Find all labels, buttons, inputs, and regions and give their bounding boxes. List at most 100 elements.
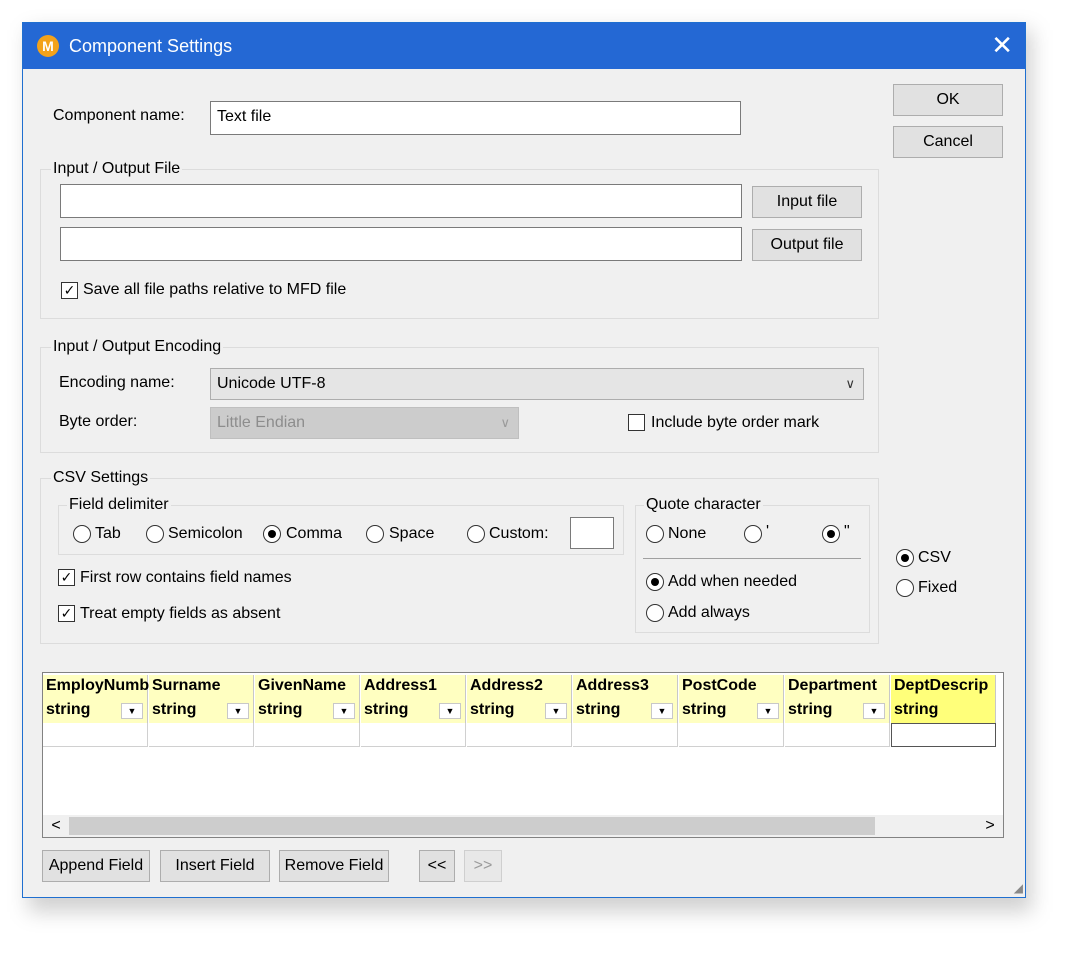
add-always-radio[interactable] xyxy=(646,604,664,622)
save-relative-checkbox[interactable]: ✓ xyxy=(61,282,78,299)
input-file-button[interactable]: Input file xyxy=(752,186,862,218)
delimiter-custom-label: Custom: xyxy=(489,525,549,542)
remove-field-button[interactable]: Remove Field xyxy=(279,850,389,882)
grid-cell-selected[interactable] xyxy=(891,723,996,747)
grid-cell[interactable] xyxy=(573,723,678,747)
type-dropdown-icon[interactable]: ▼ xyxy=(863,703,885,719)
horizontal-scrollbar[interactable]: < > xyxy=(43,815,1003,837)
type-dropdown-icon[interactable]: ▼ xyxy=(227,703,249,719)
quote-character-title: Quote character xyxy=(644,496,763,514)
encoding-group-title: Input / Output Encoding xyxy=(51,338,224,356)
resize-grip-icon[interactable]: ◢ xyxy=(1009,881,1023,895)
grid-cell[interactable] xyxy=(361,723,466,747)
fields-grid: EmployNumb string ▼ Surname string ▼ Giv… xyxy=(42,672,1004,838)
component-name-label: Component name: xyxy=(53,107,185,124)
custom-delimiter-input[interactable] xyxy=(570,517,614,549)
io-file-group-title: Input / Output File xyxy=(51,160,183,178)
component-settings-dialog: M Component Settings ✕ Component name: T… xyxy=(22,22,1026,898)
add-when-needed-label: Add when needed xyxy=(668,573,797,590)
scroll-right-arrow-icon[interactable]: > xyxy=(979,815,1001,837)
delimiter-semicolon-radio[interactable] xyxy=(146,525,164,543)
grid-column[interactable]: Surname string ▼ xyxy=(149,673,255,749)
add-when-needed-radio[interactable] xyxy=(646,573,664,591)
column-type: string xyxy=(364,701,409,718)
column-header: GivenName string ▼ xyxy=(255,675,360,723)
column-header: Address1 string ▼ xyxy=(361,675,466,723)
field-delimiter-title: Field delimiter xyxy=(67,496,171,514)
encoding-name-value: Unicode UTF-8 xyxy=(217,375,326,392)
column-type: string xyxy=(788,701,833,718)
grid-cell[interactable] xyxy=(43,723,148,747)
format-csv-radio[interactable] xyxy=(896,549,914,567)
column-type: string xyxy=(576,701,621,718)
column-name: Department xyxy=(788,677,877,694)
column-name: EmployNumb xyxy=(46,677,150,694)
format-fixed-radio[interactable] xyxy=(896,579,914,597)
empty-fields-absent-checkbox[interactable]: ✓ xyxy=(58,605,75,622)
first-row-field-names-label: First row contains field names xyxy=(80,569,292,586)
scroll-left-arrow-icon[interactable]: < xyxy=(45,815,67,837)
empty-fields-absent-label: Treat empty fields as absent xyxy=(80,605,281,622)
grid-cell[interactable] xyxy=(255,723,360,747)
column-type: string xyxy=(46,701,91,718)
next-button[interactable]: >> xyxy=(464,850,502,882)
column-header: Department string ▼ xyxy=(785,675,890,723)
previous-button[interactable]: << xyxy=(419,850,455,882)
type-dropdown-icon[interactable]: ▼ xyxy=(651,703,673,719)
type-dropdown-icon[interactable]: ▼ xyxy=(757,703,779,719)
type-dropdown-icon[interactable]: ▼ xyxy=(333,703,355,719)
output-file-button[interactable]: Output file xyxy=(752,229,862,261)
cancel-button[interactable]: Cancel xyxy=(893,126,1003,158)
column-name: Address3 xyxy=(576,677,649,694)
format-fixed-label: Fixed xyxy=(918,579,958,596)
byte-order-select[interactable]: Little Endian ∨ xyxy=(210,407,519,439)
delimiter-comma-radio[interactable] xyxy=(263,525,281,543)
grid-cell[interactable] xyxy=(149,723,254,747)
grid-cell[interactable] xyxy=(467,723,572,747)
type-dropdown-icon[interactable]: ▼ xyxy=(439,703,461,719)
quote-single-radio[interactable] xyxy=(744,525,762,543)
include-bom-checkbox[interactable] xyxy=(628,414,645,431)
delimiter-space-label: Space xyxy=(389,525,435,542)
column-type: string xyxy=(258,701,303,718)
grid-cell[interactable] xyxy=(785,723,890,747)
delimiter-space-radio[interactable] xyxy=(366,525,384,543)
grid-column[interactable]: Address2 string ▼ xyxy=(467,673,573,749)
column-type: string xyxy=(152,701,197,718)
delimiter-comma-label: Comma xyxy=(286,525,343,542)
insert-field-button[interactable]: Insert Field xyxy=(160,850,270,882)
component-name-input[interactable]: Text file xyxy=(210,101,741,135)
first-row-field-names-checkbox[interactable]: ✓ xyxy=(58,569,75,586)
column-type: string xyxy=(470,701,515,718)
grid-column[interactable]: PostCode string ▼ xyxy=(679,673,785,749)
grid-column[interactable]: Department string ▼ xyxy=(785,673,891,749)
grid-column[interactable]: DeptDescrip string xyxy=(891,673,997,749)
title-bar[interactable]: M Component Settings ✕ xyxy=(23,23,1025,69)
grid-column[interactable]: Address3 string ▼ xyxy=(573,673,679,749)
close-button[interactable]: ✕ xyxy=(991,31,1013,59)
delimiter-custom-radio[interactable] xyxy=(467,525,485,543)
input-file-path[interactable] xyxy=(60,184,742,218)
type-dropdown-icon[interactable]: ▼ xyxy=(121,703,143,719)
quote-double-label: " xyxy=(844,523,850,540)
encoding-name-select[interactable]: Unicode UTF-8 ∨ xyxy=(210,368,864,400)
column-header-selected: DeptDescrip string xyxy=(891,675,996,723)
grid-column[interactable]: Address1 string ▼ xyxy=(361,673,467,749)
grid-cell[interactable] xyxy=(679,723,784,747)
app-logo-icon: M xyxy=(37,35,59,57)
quote-none-radio[interactable] xyxy=(646,525,664,543)
append-field-button[interactable]: Append Field xyxy=(42,850,150,882)
grid-column[interactable]: GivenName string ▼ xyxy=(255,673,361,749)
scrollbar-thumb[interactable] xyxy=(69,817,875,835)
ok-button[interactable]: OK xyxy=(893,84,1003,116)
format-csv-label: CSV xyxy=(918,549,951,566)
dialog-title: Component Settings xyxy=(69,36,233,56)
grid-column[interactable]: EmployNumb string ▼ xyxy=(43,673,149,749)
type-dropdown-icon[interactable]: ▼ xyxy=(545,703,567,719)
quote-double-radio[interactable] xyxy=(822,525,840,543)
column-header: Address3 string ▼ xyxy=(573,675,678,723)
delimiter-tab-radio[interactable] xyxy=(73,525,91,543)
byte-order-label: Byte order: xyxy=(59,413,138,430)
output-file-path[interactable] xyxy=(60,227,742,261)
delimiter-semicolon-label: Semicolon xyxy=(168,525,243,542)
